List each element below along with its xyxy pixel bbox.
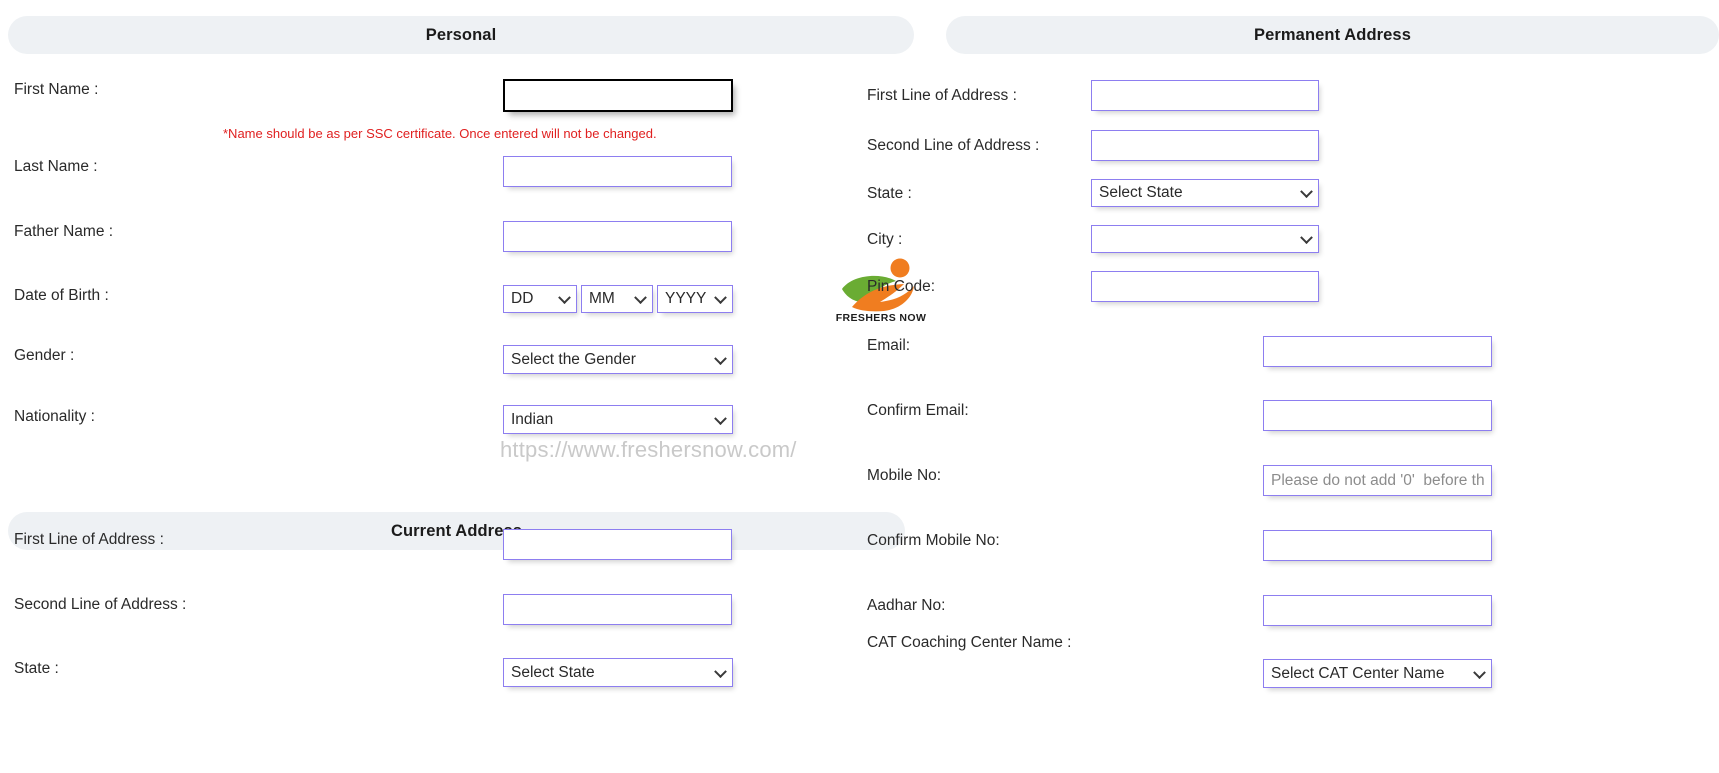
label-current-second-line: Second Line of Address :	[14, 596, 187, 613]
dob-year-value: YYYY	[665, 290, 707, 307]
chevron-down-icon	[714, 291, 727, 305]
label-aadhar-no: Aadhar No:	[867, 597, 946, 614]
chevron-down-icon	[714, 664, 727, 678]
chevron-down-icon	[1300, 185, 1313, 199]
last-name-input[interactable]	[503, 156, 732, 187]
chevron-down-icon	[634, 291, 647, 305]
freshersnow-logo-text: FRESHERS NOW	[835, 312, 927, 324]
permanent-state-select[interactable]: Select State	[1091, 179, 1319, 207]
label-current-state: State :	[14, 660, 59, 677]
label-date-of-birth: Date of Birth :	[14, 287, 109, 304]
label-permanent-second-line: Second Line of Address :	[867, 137, 1040, 154]
permanent-first-line-input[interactable]	[1091, 80, 1319, 111]
dob-month-select[interactable]: MM	[581, 285, 653, 313]
label-confirm-email: Confirm Email:	[867, 402, 969, 419]
email-input[interactable]	[1263, 336, 1492, 367]
permanent-city-select[interactable]	[1091, 225, 1319, 253]
gender-value: Select the Gender	[511, 350, 636, 368]
confirm-email-input[interactable]	[1263, 400, 1492, 431]
permanent-second-line-input[interactable]	[1091, 130, 1319, 161]
label-father-name: Father Name :	[14, 223, 114, 240]
label-mobile-no: Mobile No:	[867, 467, 942, 484]
label-current-first-line: First Line of Address :	[14, 531, 164, 548]
confirm-mobile-no-input[interactable]	[1263, 530, 1492, 561]
label-first-name: First Name :	[14, 81, 99, 98]
current-first-line-input[interactable]	[503, 529, 732, 560]
chevron-down-icon	[1473, 665, 1486, 679]
label-permanent-first-line: First Line of Address :	[867, 87, 1017, 104]
label-confirm-mobile-no: Confirm Mobile No:	[867, 532, 1000, 549]
permanent-pin-code-input[interactable]	[1091, 271, 1319, 302]
cat-coaching-center-select[interactable]: Select CAT Center Name	[1263, 659, 1492, 688]
chevron-down-icon	[558, 291, 571, 305]
label-permanent-pin-code: Pin Code:	[867, 278, 936, 295]
current-state-select[interactable]: Select State	[503, 658, 733, 687]
permanent-state-value: Select State	[1099, 184, 1183, 201]
father-name-input[interactable]	[503, 221, 732, 252]
label-permanent-state: State :	[867, 185, 912, 202]
dob-day-select[interactable]: DD	[503, 285, 577, 313]
current-state-value: Select State	[511, 663, 595, 681]
cat-coaching-center-value: Select CAT Center Name	[1271, 664, 1445, 682]
dob-day-value: DD	[511, 290, 534, 307]
label-gender: Gender :	[14, 347, 75, 364]
chevron-down-icon	[1300, 231, 1313, 245]
nationality-select[interactable]: Indian	[503, 405, 733, 434]
label-cat-coaching-center: CAT Coaching Center Name :	[867, 634, 1072, 651]
gender-select[interactable]: Select the Gender	[503, 345, 733, 374]
registration-form-page: Personal First Name : *Name should be as…	[0, 0, 1719, 773]
label-nationality: Nationality :	[14, 408, 95, 425]
first-name-input[interactable]	[503, 79, 733, 112]
section-title-personal: Personal	[425, 25, 497, 44]
label-email: Email:	[867, 337, 911, 354]
chevron-down-icon	[714, 351, 727, 365]
nationality-value: Indian	[511, 410, 554, 428]
label-last-name: Last Name :	[14, 158, 98, 175]
first-name-note: *Name should be as per SSC certificate. …	[223, 126, 657, 141]
aadhar-no-input[interactable]	[1263, 595, 1492, 626]
chevron-down-icon	[714, 411, 727, 425]
section-title-permanent-address: Permanent Address	[1254, 25, 1411, 44]
label-permanent-city: City :	[867, 231, 903, 248]
mobile-no-input[interactable]	[1263, 465, 1492, 496]
dob-month-value: MM	[589, 290, 615, 307]
current-second-line-input[interactable]	[503, 594, 732, 625]
dob-year-select[interactable]: YYYY	[657, 285, 733, 313]
section-header-permanent-address: Permanent Address	[946, 16, 1719, 54]
section-header-personal: Personal	[8, 16, 914, 54]
watermark: https://www.freshersnow.com/	[500, 437, 797, 462]
